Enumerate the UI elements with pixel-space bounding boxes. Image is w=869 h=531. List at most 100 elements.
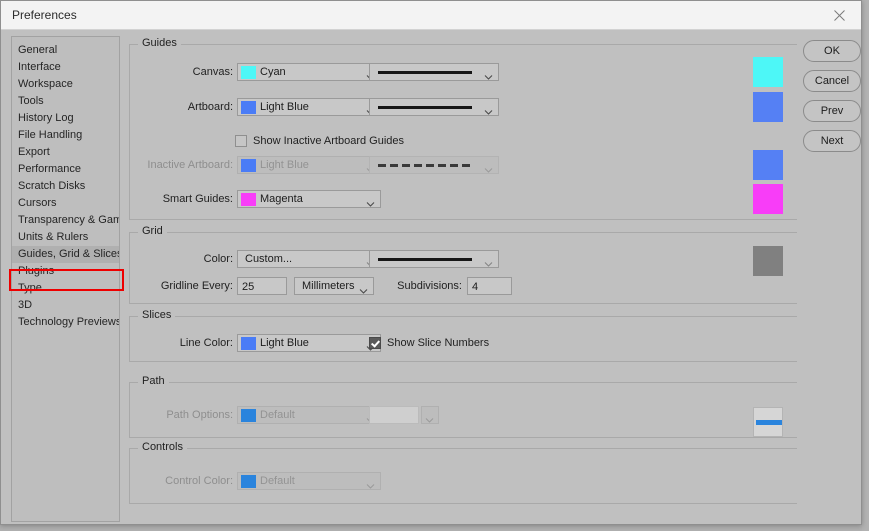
smart-guides-label: Smart Guides: — [162, 193, 233, 205]
guides-group: Guides Canvas: Cyan Artboard: Light Blue… — [129, 37, 797, 220]
control-color-label: Control Color: — [165, 475, 233, 487]
chevron-down-icon — [359, 282, 368, 300]
sidebar-item-export[interactable]: Export — [12, 144, 119, 161]
gridline-every-input[interactable]: 25 — [237, 277, 287, 295]
slice-line-color-swatch-inline — [241, 336, 256, 350]
chevron-down-icon — [366, 477, 375, 495]
subdivisions-label: Subdivisions: — [397, 280, 462, 292]
sidebar-item-workspace[interactable]: Workspace — [12, 76, 119, 93]
controls-group: Controls Control Color: Default — [129, 441, 797, 504]
slice-line-color-select[interactable]: Light Blue — [237, 334, 381, 352]
sidebar-item-type[interactable]: Type — [12, 280, 119, 297]
solid-line-icon — [378, 258, 472, 261]
inactive-artboard-color-swatch[interactable] — [753, 150, 783, 180]
dashed-line-icon — [378, 164, 472, 167]
sidebar-item-transparency-gamut[interactable]: Transparency & Gamut — [12, 212, 119, 229]
artboard-color-value: Light Blue — [260, 101, 309, 113]
canvas-color-value: Cyan — [260, 66, 286, 78]
chevron-down-icon — [484, 161, 493, 179]
gridline-unit-value: Millimeters — [302, 280, 355, 292]
dialog-body: General Interface Workspace Tools Histor… — [1, 31, 861, 524]
grid-color-label: Color: — [203, 253, 233, 265]
canvas-line-style-select[interactable] — [369, 63, 499, 81]
sidebar-item-units-rulers[interactable]: Units & Rulers — [12, 229, 119, 246]
path-width-input[interactable] — [369, 406, 419, 424]
path-group-title: Path — [138, 375, 169, 387]
sidebar-item-guides-grid-slices[interactable]: Guides, Grid & Slices — [12, 246, 119, 263]
sidebar-item-history-log[interactable]: History Log — [12, 110, 119, 127]
control-color-select[interactable]: Default — [237, 472, 381, 490]
chevron-down-icon — [484, 103, 493, 121]
artboard-color-select[interactable]: Light Blue — [237, 98, 381, 116]
ok-button[interactable]: OK — [803, 40, 861, 62]
smart-guides-color-select[interactable]: Magenta — [237, 190, 381, 208]
sidebar-item-performance[interactable]: Performance — [12, 161, 119, 178]
show-slice-numbers-checkbox[interactable] — [369, 337, 381, 349]
inactive-artboard-label: Inactive Artboard: — [147, 159, 233, 171]
grid-group-title: Grid — [138, 225, 167, 237]
control-color-swatch-inline — [241, 474, 256, 488]
preferences-content: Guides Canvas: Cyan Artboard: Light Blue… — [129, 36, 801, 522]
inactive-artboard-line-style-select[interactable] — [369, 156, 499, 174]
grid-color-select[interactable]: Custom... — [237, 250, 381, 268]
gridline-every-label: Gridline Every: — [160, 280, 233, 292]
sidebar-item-interface[interactable]: Interface — [12, 59, 119, 76]
sidebar-item-scratch-disks[interactable]: Scratch Disks — [12, 178, 119, 195]
smart-guides-color-swatch[interactable] — [753, 184, 783, 214]
chevron-down-icon — [366, 195, 375, 213]
show-inactive-artboard-guides-row[interactable]: Show Inactive Artboard Guides — [235, 132, 404, 150]
artboard-color-swatch[interactable] — [753, 92, 783, 122]
prev-button[interactable]: Prev — [803, 100, 861, 122]
close-icon[interactable] — [817, 1, 861, 29]
preferences-category-list[interactable]: General Interface Workspace Tools Histor… — [11, 36, 120, 522]
canvas-color-select[interactable]: Cyan — [237, 63, 381, 81]
grid-color-value: Custom... — [245, 253, 293, 265]
canvas-label: Canvas: — [192, 66, 233, 78]
canvas-color-swatch-inline — [241, 65, 256, 79]
next-button[interactable]: Next — [803, 130, 861, 152]
path-options-select[interactable]: Default — [237, 406, 381, 424]
artboard-color-swatch-inline — [241, 100, 256, 114]
grid-group: Grid Color: Custom... Gridline Every: 25… — [129, 225, 797, 304]
sidebar-item-file-handling[interactable]: File Handling — [12, 127, 119, 144]
path-options-value: Default — [260, 409, 295, 421]
sidebar-item-3d[interactable]: 3D — [12, 297, 119, 314]
dialog-titlebar: Preferences — [1, 1, 861, 30]
slice-line-color-label: Line Color: — [179, 337, 233, 349]
preferences-dialog: Preferences General Interface Workspace … — [0, 0, 862, 525]
grid-line-style-select[interactable] — [369, 250, 499, 268]
chevron-down-icon — [425, 411, 434, 429]
path-options-label: Path Options: — [166, 409, 233, 421]
inactive-artboard-color-swatch-inline — [241, 158, 256, 172]
subdivisions-input[interactable]: 4 — [467, 277, 512, 295]
show-inactive-artboard-guides-checkbox[interactable] — [235, 135, 247, 147]
guides-group-title: Guides — [138, 37, 181, 49]
sidebar-item-tools[interactable]: Tools — [12, 93, 119, 110]
artboard-label: Artboard: — [187, 101, 233, 113]
sidebar-item-cursors[interactable]: Cursors — [12, 195, 119, 212]
path-color-preview[interactable] — [753, 407, 783, 437]
show-inactive-artboard-guides-label: Show Inactive Artboard Guides — [253, 135, 405, 147]
show-slice-numbers-row[interactable]: Show Slice Numbers — [369, 334, 489, 352]
inactive-artboard-color-value: Light Blue — [260, 159, 309, 171]
backdrop-right-edge — [862, 0, 869, 531]
canvas-color-swatch[interactable] — [753, 57, 783, 87]
show-slice-numbers-label: Show Slice Numbers — [387, 337, 490, 349]
path-width-unit-select[interactable] — [421, 406, 439, 424]
artboard-line-style-select[interactable] — [369, 98, 499, 116]
sidebar-item-technology-previews[interactable]: Technology Previews — [12, 314, 119, 331]
smart-guides-color-value: Magenta — [260, 193, 303, 205]
inactive-artboard-color-select[interactable]: Light Blue — [237, 156, 381, 174]
controls-group-title: Controls — [138, 441, 187, 453]
sidebar-item-general[interactable]: General — [12, 42, 119, 59]
cancel-button[interactable]: Cancel — [803, 70, 861, 92]
grid-color-swatch[interactable] — [753, 246, 783, 276]
dialog-title: Preferences — [12, 8, 77, 22]
gridline-unit-select[interactable]: Millimeters — [294, 277, 374, 295]
slices-group-title: Slices — [138, 309, 176, 321]
smart-guides-color-swatch-inline — [241, 192, 256, 206]
solid-line-icon — [378, 71, 472, 74]
path-options-color-swatch-inline — [241, 408, 256, 422]
slice-line-color-value: Light Blue — [260, 337, 309, 349]
sidebar-item-plugins[interactable]: Plugins — [12, 263, 119, 280]
